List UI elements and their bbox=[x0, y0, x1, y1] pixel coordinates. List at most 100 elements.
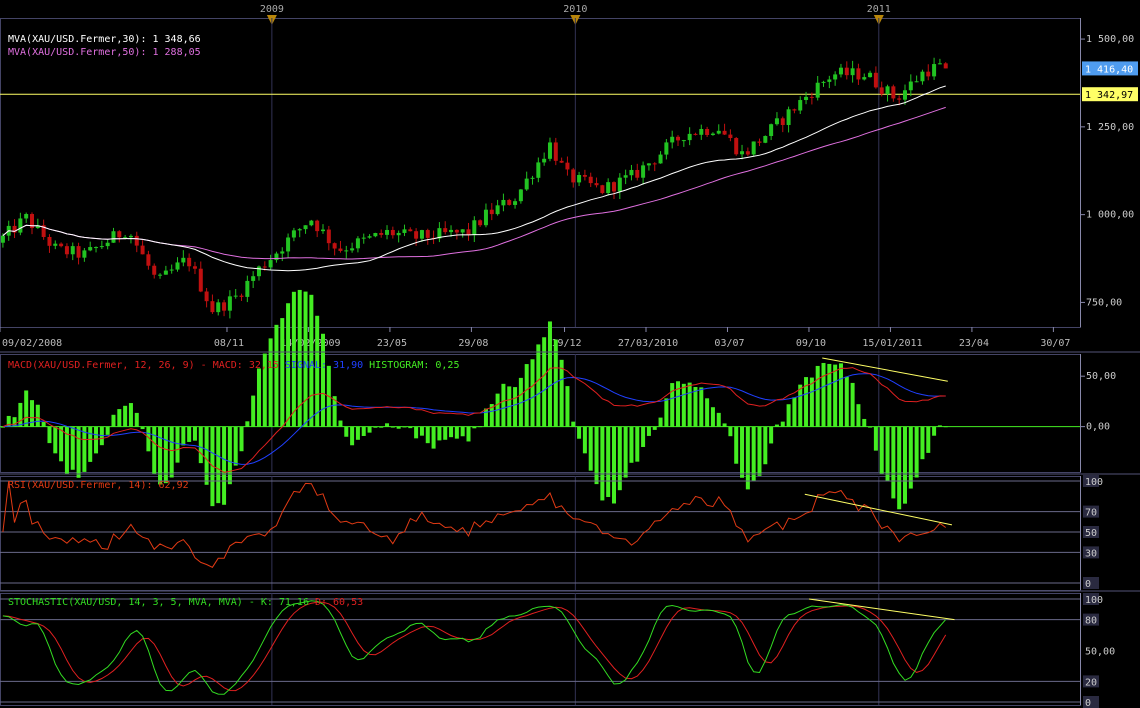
candle-up bbox=[699, 129, 704, 135]
histogram-bar bbox=[646, 426, 651, 436]
candle-down bbox=[676, 136, 681, 141]
macd-tick-label: 0,00 bbox=[1086, 422, 1110, 433]
histogram-bar bbox=[769, 426, 774, 444]
histogram-bar bbox=[804, 377, 809, 427]
candle-up bbox=[547, 142, 552, 159]
date-tick-label: 27/03/2010 bbox=[618, 338, 678, 349]
candle-down bbox=[926, 71, 931, 77]
candle-up bbox=[385, 229, 390, 235]
legend-3-1: K: 71,16 bbox=[261, 597, 309, 608]
candle-down bbox=[262, 266, 267, 268]
histogram-bar bbox=[431, 426, 436, 449]
histogram-bar bbox=[76, 426, 81, 478]
candle-down bbox=[478, 220, 483, 226]
candle-down bbox=[210, 301, 215, 313]
histogram-bar bbox=[152, 426, 157, 474]
price-legend-mva30: MVA(XAU/USD.Fermer,30): 1 348,66 bbox=[8, 34, 201, 45]
legend-1-2: HISTOGRAM: 0,25 bbox=[369, 360, 459, 371]
histogram-bar bbox=[740, 426, 745, 478]
histogram-bar bbox=[123, 405, 128, 427]
histogram-bar bbox=[239, 426, 244, 452]
candle-up bbox=[175, 262, 180, 270]
histogram-bar bbox=[70, 426, 75, 470]
candle-up bbox=[664, 142, 669, 155]
candle-up bbox=[367, 236, 372, 238]
histogram-bar bbox=[233, 426, 238, 466]
stoch-tick-label: 0 bbox=[1085, 698, 1091, 708]
candle-up bbox=[82, 250, 87, 258]
histogram-bar bbox=[454, 426, 459, 439]
candle-up bbox=[280, 251, 285, 254]
histogram-bar bbox=[757, 426, 762, 476]
legend-1-0: MACD(XAU/USD.Fermer, 12, 26, 9) - MACD: … bbox=[8, 360, 279, 371]
histogram-bar bbox=[856, 404, 861, 427]
candle-down bbox=[338, 248, 343, 251]
histogram-bar bbox=[245, 421, 250, 427]
rsi-tick-label: 50 bbox=[1085, 528, 1097, 539]
candle-down bbox=[443, 228, 448, 233]
candle-down bbox=[809, 96, 814, 98]
candle-up bbox=[24, 214, 29, 219]
histogram-bar bbox=[722, 423, 727, 427]
histogram-bar bbox=[216, 426, 221, 504]
candle-up bbox=[321, 229, 326, 232]
histogram-bar bbox=[734, 426, 739, 464]
histogram-bar bbox=[419, 426, 424, 436]
histogram-bar bbox=[547, 321, 552, 427]
histogram-bar bbox=[402, 426, 407, 428]
histogram-bar bbox=[879, 426, 884, 475]
trading-chart[interactable]: 20092010201109/02/200808/1114/02/200923/… bbox=[0, 0, 1140, 708]
stoch-trendline bbox=[808, 598, 955, 621]
histogram-bar bbox=[425, 426, 430, 444]
histogram-bar bbox=[798, 384, 803, 427]
candle-up bbox=[18, 218, 23, 233]
date-tick-label: 09/10 bbox=[796, 338, 826, 349]
candle-down bbox=[780, 118, 785, 126]
candle-down bbox=[192, 266, 197, 269]
candle-up bbox=[606, 182, 611, 194]
histogram-bar bbox=[94, 426, 99, 454]
candle-up bbox=[513, 201, 518, 205]
histogram-bar bbox=[192, 426, 197, 441]
legend-1-1: SIGNAL: 31,90 bbox=[285, 360, 363, 371]
candle-down bbox=[553, 142, 558, 161]
histogram-bar bbox=[187, 426, 192, 442]
candle-up bbox=[937, 63, 942, 65]
histogram-bar bbox=[821, 362, 826, 427]
histogram-bar bbox=[850, 382, 855, 427]
candle-up bbox=[536, 162, 541, 178]
candle-down bbox=[146, 254, 151, 266]
histogram-bar bbox=[408, 426, 413, 429]
candle-up bbox=[641, 165, 646, 178]
histogram-bar bbox=[623, 426, 628, 478]
candle-up bbox=[344, 250, 349, 252]
histogram-bar bbox=[937, 425, 942, 427]
candle-up bbox=[181, 257, 186, 263]
histogram-bar bbox=[472, 426, 477, 429]
candle-up bbox=[658, 154, 663, 164]
candle-down bbox=[559, 160, 564, 163]
candle-up bbox=[350, 248, 355, 251]
histogram-bar bbox=[914, 426, 919, 478]
candle-up bbox=[850, 68, 855, 76]
candle-up bbox=[472, 220, 477, 236]
histogram-bar bbox=[873, 426, 878, 451]
candle-up bbox=[483, 209, 488, 226]
histogram-bar bbox=[274, 324, 279, 427]
candle-down bbox=[507, 199, 512, 205]
candle-down bbox=[600, 185, 605, 194]
candle-down bbox=[117, 231, 122, 238]
histogram-bar bbox=[373, 426, 378, 428]
candle-down bbox=[582, 175, 587, 177]
candle-up bbox=[94, 247, 99, 249]
candle-up bbox=[524, 178, 529, 190]
histogram-bar bbox=[437, 426, 442, 441]
histogram-bar bbox=[693, 387, 698, 427]
candle-up bbox=[786, 109, 791, 126]
histogram-bar bbox=[315, 315, 320, 427]
candle-down bbox=[571, 169, 576, 183]
histogram-bar bbox=[227, 426, 232, 485]
histogram-bar bbox=[361, 426, 366, 436]
histogram-bar bbox=[565, 386, 570, 427]
histogram-bar bbox=[18, 402, 23, 427]
